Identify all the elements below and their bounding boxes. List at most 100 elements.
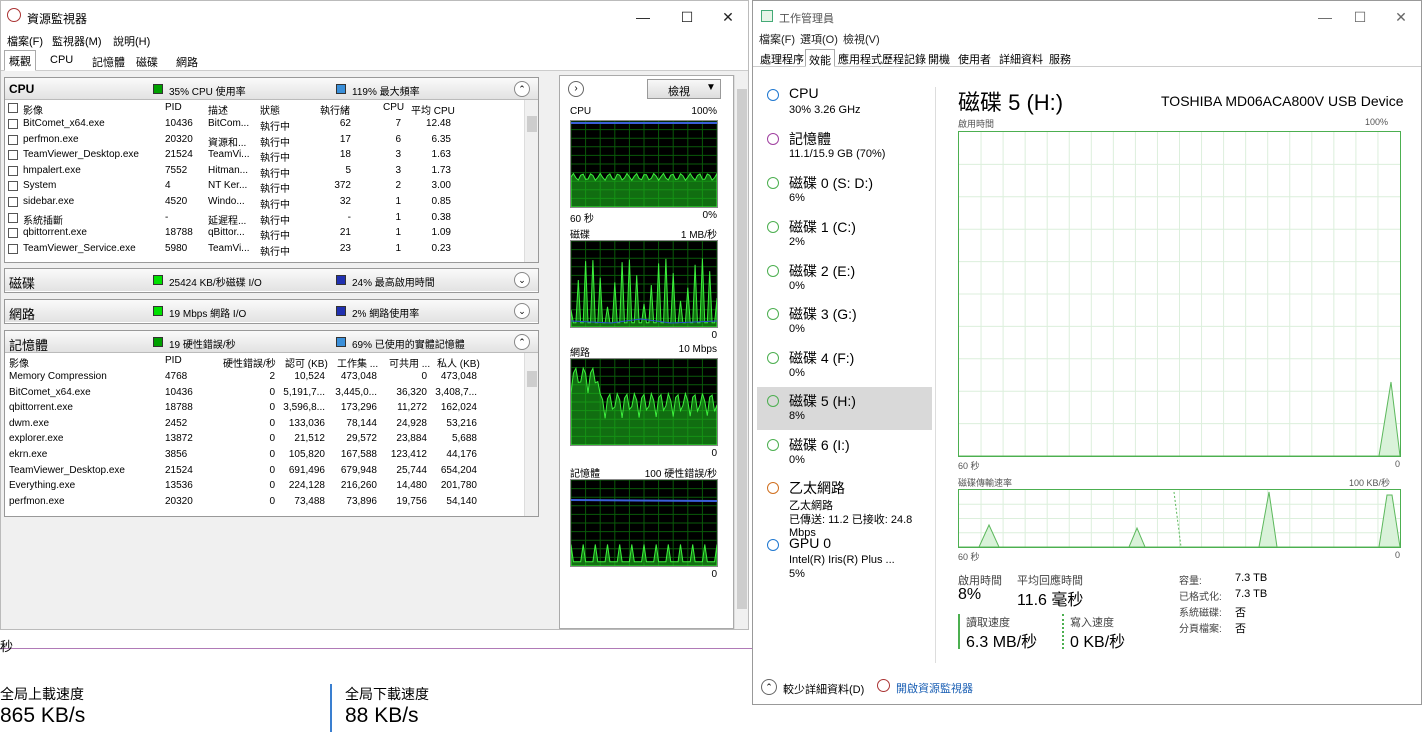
table-row[interactable]: hmpalert.exe 7552 Hitman... 執行中 5 3 1.73 (5, 163, 538, 180)
sidebar-item-5[interactable]: 磁碟 3 (G:) 0% (757, 300, 932, 343)
sidebar-item-0[interactable]: CPU 30% 3.26 GHz (757, 81, 932, 124)
col-cpu[interactable]: CPU (383, 102, 404, 113)
col-commit[interactable]: 認可 (KB) (285, 355, 328, 370)
col-avg-cpu[interactable]: 平均 CPU (411, 102, 455, 117)
scroll-thumb[interactable] (527, 116, 537, 132)
table-row[interactable]: BitComet_x64.exe 10436 BitCom... 執行中 62 7 12.4… (5, 116, 538, 133)
sidebar-item-10[interactable]: GPU 0 Intel(R) Iris(R) Plus ... 5% (757, 531, 932, 580)
memory-scrollbar[interactable] (524, 353, 538, 516)
col-status[interactable]: 狀態 (260, 102, 280, 117)
sidebar-item-8[interactable]: 磁碟 6 (I:) 0% (757, 431, 932, 474)
sidebar-item-6[interactable]: 磁碟 4 (F:) 0% (757, 344, 932, 387)
table-row[interactable]: TeamViewer_Desktop.exe 21524 0 691,496 679,9… (5, 463, 538, 479)
col-working-set[interactable]: 工作集 ... (337, 355, 378, 370)
row-checkbox[interactable] (8, 212, 18, 223)
tab-network[interactable]: 網路 (172, 52, 202, 71)
row-checkbox[interactable] (8, 134, 18, 145)
sidebar-item-7[interactable]: 磁碟 5 (H:) 8% (757, 387, 932, 430)
tab-cpu[interactable]: CPU (46, 52, 77, 71)
resmon-titlebar[interactable]: 資源監視器 — ☐ ✕ (1, 1, 748, 32)
sidebar-item-label: CPU (789, 85, 819, 101)
select-all-checkbox[interactable] (8, 103, 18, 113)
collapse-chevron-icon[interactable]: ⌃ (514, 334, 530, 350)
menu-file[interactable]: 檔案(F) (759, 31, 795, 47)
row-checkbox[interactable] (8, 150, 18, 161)
expand-chevron-icon[interactable]: ⌄ (514, 272, 530, 288)
col-pid[interactable]: PID (165, 355, 182, 366)
scroll-thumb[interactable] (737, 89, 747, 609)
table-row[interactable]: TeamViewer_Service.exe 5980 TeamVi... 執行中 23… (5, 241, 538, 258)
cpu-panel-header[interactable]: CPU 35% CPU 使用率 119% 最大頻率 ⌃ (5, 78, 538, 100)
row-checkbox[interactable] (8, 165, 18, 176)
tab-memory[interactable]: 記憶體 (88, 52, 129, 71)
col-image[interactable]: 影像 (23, 102, 43, 117)
open-resmon-link[interactable]: 開啟資源監視器 (896, 680, 973, 696)
menu-view[interactable]: 檢視(V) (843, 31, 880, 47)
table-row[interactable]: BitComet_x64.exe 10436 0 5,191,7... 3,445,0.… (5, 385, 538, 401)
tab-performance[interactable]: 效能 (805, 49, 835, 67)
graph-scrollbar[interactable] (734, 75, 748, 629)
table-row[interactable]: System 4 NT Ker... 執行中 372 2 3.00 (5, 178, 538, 195)
table-row[interactable]: perfmon.exe 20320 資源和... 執行中 17 6 6.35 (5, 132, 538, 149)
table-row[interactable]: Memory Compression 4768 2 10,524 473,048 0 473… (5, 369, 538, 385)
maximize-icon[interactable]: ☐ (677, 9, 697, 26)
tab-details[interactable]: 詳細資料 (996, 51, 1046, 67)
scroll-thumb[interactable] (527, 371, 537, 387)
tab-app-history[interactable]: 應用程式歷程記錄 (835, 51, 929, 67)
row-checkbox[interactable] (8, 228, 18, 239)
col-pid[interactable]: PID (165, 102, 182, 113)
row-checkbox[interactable] (8, 196, 18, 207)
col-desc[interactable]: 描述 (208, 102, 228, 117)
tab-overview[interactable]: 概觀 (4, 50, 36, 71)
chevron-up-icon[interactable]: ⌃ (761, 679, 777, 695)
sidebar-item-2[interactable]: 磁碟 0 (S: D:) 6% (757, 169, 932, 212)
col-image[interactable]: 影像 (9, 355, 29, 370)
table-row[interactable]: ekrn.exe 3856 0 105,820 167,588 123,412 44,176 (5, 447, 538, 463)
table-row[interactable]: 系統插斷 - 延遲程... 執行中 -1 0.38 (5, 210, 538, 227)
col-hard-faults[interactable]: 硬性錯誤/秒 (223, 355, 276, 370)
close-icon[interactable]: ✕ (718, 9, 738, 26)
menu-help[interactable]: 說明(H) (113, 33, 150, 49)
sidebar-item-1[interactable]: 記憶體 11.1/15.9 GB (70%) (757, 125, 932, 168)
network-panel-header[interactable]: 網路 19 Mbps 網路 I/O 2% 網路使用率 ⌄ (5, 300, 538, 322)
sidebar-item-3[interactable]: 磁碟 1 (C:) 2% (757, 213, 932, 256)
expand-chevron-icon[interactable]: ⌄ (514, 303, 530, 319)
expand-arrow-icon[interactable]: › (568, 81, 584, 97)
row-checkbox[interactable] (8, 119, 18, 129)
minimize-icon[interactable]: — (1315, 9, 1335, 25)
table-row[interactable]: Everything.exe 13536 0 224,128 216,260 14,480… (5, 478, 538, 494)
table-row[interactable]: qbittorrent.exe 18788 0 3,596,8... 173,296 11… (5, 400, 538, 416)
row-checkbox[interactable] (8, 243, 18, 254)
close-icon[interactable]: ✕ (1391, 9, 1411, 26)
table-row[interactable]: dwm.exe 2452 0 133,036 78,144 24,928 53,216 (5, 416, 538, 432)
cpu-scrollbar[interactable] (524, 100, 538, 262)
tab-disk[interactable]: 磁碟 (132, 52, 162, 71)
maximize-icon[interactable]: ☐ (1350, 9, 1370, 26)
col-shareable[interactable]: 可共用 ... (389, 355, 430, 370)
col-threads[interactable]: 執行緒 (320, 102, 350, 117)
tab-processes[interactable]: 處理程序 (757, 51, 807, 67)
table-row[interactable]: TeamViewer_Desktop.exe 21524 TeamVi... 執行中 1… (5, 147, 538, 164)
graph-max: 100 硬性錯誤/秒 (644, 469, 717, 480)
memory-panel-header[interactable]: 記憶體 19 硬性錯誤/秒 69% 已使用的實體記憶體 ⌃ (5, 331, 538, 353)
disk-panel-header[interactable]: 磁碟 25424 KB/秒磁碟 I/O 24% 最高啟用時間 ⌄ (5, 269, 538, 291)
table-row[interactable]: qbittorrent.exe 18788 qBittor... 執行中 21 1 1.09 (5, 225, 538, 242)
col-private[interactable]: 私人 (KB) (437, 355, 480, 370)
menu-options[interactable]: 選項(O) (800, 31, 838, 47)
table-row[interactable]: perfmon.exe 20320 0 73,488 73,896 19,756 54,14… (5, 494, 538, 510)
disk-io-swatch (153, 275, 163, 285)
view-dropdown[interactable]: 檢視 ▼ (647, 79, 721, 99)
table-row[interactable]: explorer.exe 13872 0 21,512 29,572 23,884 5,68… (5, 431, 538, 447)
table-row[interactable]: sidebar.exe 4520 Windo... 執行中 32 1 0.85 (5, 194, 538, 211)
menu-monitor[interactable]: 監視器(M) (52, 33, 102, 49)
tab-users[interactable]: 使用者 (955, 51, 994, 67)
menu-file[interactable]: 檔案(F) (7, 33, 43, 49)
tab-startup[interactable]: 開機 (925, 51, 953, 67)
row-checkbox[interactable] (8, 181, 18, 192)
sidebar-item-9[interactable]: 乙太網路 乙太網路 已傳送: 11.2 已接收: 24.8 Mbps (757, 474, 932, 539)
sidebar-item-4[interactable]: 磁碟 2 (E:) 0% (757, 257, 932, 300)
minimize-icon[interactable]: — (633, 9, 653, 25)
fewer-details-link[interactable]: 較少詳細資料(D) (783, 681, 864, 697)
tab-services[interactable]: 服務 (1046, 51, 1074, 67)
collapse-chevron-icon[interactable]: ⌃ (514, 81, 530, 97)
